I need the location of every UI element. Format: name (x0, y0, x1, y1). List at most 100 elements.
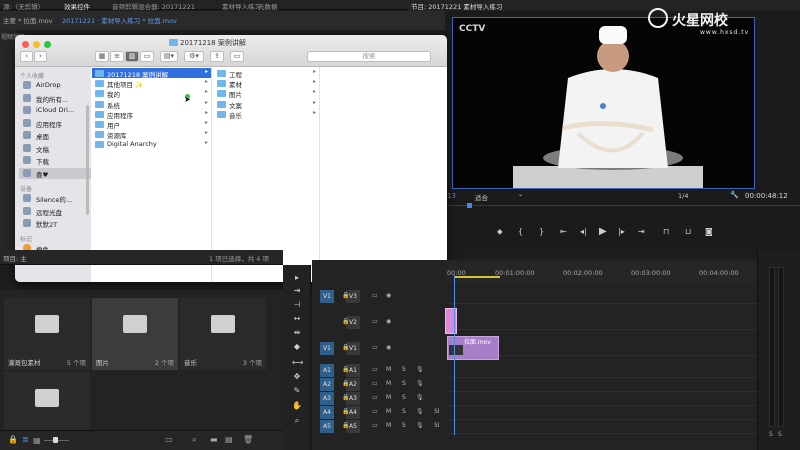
zoom-slider-thumb[interactable] (53, 437, 58, 443)
sync-icon[interactable]: ▭ (372, 394, 378, 401)
timeline-ruler[interactable]: 00:00 00:01:00:00 00:02:00:00 00:03:00:00 00… (445, 262, 757, 282)
source-patch[interactable]: V1 (320, 342, 334, 355)
go-to-out-icon[interactable]: ⇥ (638, 227, 645, 236)
lock-icon[interactable]: 🔒 (342, 394, 349, 401)
column-view-icon[interactable]: ▥ (125, 51, 139, 62)
export-frame-icon[interactable]: ◙ (705, 227, 713, 236)
tag-icon[interactable]: ▭ (230, 51, 244, 62)
sidebar-item[interactable]: iCloud Dri... (19, 105, 91, 116)
mute-button[interactable]: M (386, 394, 391, 401)
wrench-icon[interactable]: 🔧 (730, 191, 739, 199)
new-item-icon[interactable]: ▤ (225, 435, 233, 444)
mic-icon[interactable]: 🎙 (416, 408, 424, 415)
folder-row[interactable]: 我的 ▸ (92, 88, 211, 99)
project-tab[interactable]: 项目: 主 (3, 253, 27, 263)
track-select-tool-icon[interactable]: ⇥ (292, 286, 302, 296)
folder-row[interactable]: 用户 ▸ (92, 119, 211, 130)
mute-button[interactable]: M (386, 366, 391, 373)
sync-icon[interactable]: ▭ (372, 408, 378, 415)
icon-view-icon[interactable]: ▦ (95, 51, 109, 62)
folder-row[interactable]: 图片 ▸ (214, 88, 319, 99)
lock-icon[interactable]: 🔒 (342, 292, 349, 299)
mic-icon[interactable]: 🎙 (416, 366, 424, 373)
program-video-frame[interactable]: CCTV (452, 17, 755, 189)
sequence-tab[interactable]: 素材导入练习 (222, 1, 261, 11)
step-forward-icon[interactable]: |▸ (618, 227, 625, 236)
folder-row[interactable]: 文案 ▸ (214, 99, 319, 110)
sync-icon[interactable]: ▭ (372, 318, 378, 325)
go-to-in-icon[interactable]: ⇤ (560, 227, 567, 236)
source-patch[interactable]: A3 (320, 392, 334, 405)
mic-icon[interactable]: 🎙 (416, 422, 424, 429)
extract-icon[interactable]: ⊔ (685, 227, 691, 236)
list-view-toggle-icon[interactable]: ≣ (22, 435, 29, 444)
list-view-icon[interactable]: ≡ (110, 51, 124, 62)
back-button[interactable]: ‹ (20, 51, 33, 62)
sidebar-item[interactable]: 应用程序 (19, 118, 91, 129)
timeline-playhead[interactable] (454, 275, 455, 435)
bin-tile[interactable]: 灌溉包素材 5 个项 (4, 298, 90, 370)
eye-icon[interactable]: ◉ (386, 318, 391, 325)
folder-row[interactable]: 音乐 ▸ (214, 109, 319, 120)
folder-row[interactable]: 20171218 案例讲解 ▸ (92, 68, 211, 79)
sequence-clip-link[interactable]: 20171221 · 素材导入练习 * 拉面.mov (62, 15, 177, 25)
sidebar-item[interactable]: 喜♥ (19, 167, 91, 179)
sidebar-item[interactable]: AirDrop (19, 80, 91, 91)
icon-view-toggle-icon[interactable]: ▦ (33, 436, 41, 445)
sidebar-item[interactable]: 下载 (19, 155, 91, 166)
audio-mixer-tab[interactable]: 音频剪辑混合器: 20171221 (112, 1, 195, 11)
sidebar-scrollbar[interactable] (86, 105, 89, 215)
folder-row[interactable]: Digital Anarchy ▸ (92, 139, 211, 149)
search-input[interactable]: 搜索 (307, 51, 431, 62)
source-tab[interactable]: 源:（无剪辑） (3, 1, 44, 11)
minimize-icon[interactable] (33, 41, 40, 48)
close-icon[interactable] (22, 41, 29, 48)
lock-icon[interactable]: 🔒 (342, 408, 349, 415)
mic-icon[interactable]: 🎙 (416, 394, 424, 401)
mute-button[interactable]: M (386, 408, 391, 415)
playhead-timecode[interactable]: 13 (447, 192, 456, 200)
folder-row[interactable]: 系统 ▸ (92, 99, 211, 110)
eye-icon[interactable]: ◉ (386, 344, 391, 351)
sync-icon[interactable]: ▭ (372, 344, 378, 351)
lock-icon[interactable]: 🔒 (342, 422, 349, 429)
sidebar-device[interactable]: 远程光盘 (19, 206, 91, 217)
source-patch[interactable]: A1 (320, 364, 334, 377)
chevron-down-icon[interactable]: ⌄ (518, 191, 523, 198)
lock-icon[interactable]: 🔒 (342, 366, 349, 373)
bin-tile[interactable]: 音乐 3 个项 (180, 298, 266, 370)
mic-icon[interactable]: 🎙 (416, 380, 424, 387)
arrange-icon[interactable]: ▤▾ (160, 51, 178, 62)
bin-tile[interactable]: 图片 2 个项 (92, 298, 178, 370)
play-icon[interactable]: ▶ (599, 226, 607, 237)
sidebar-item[interactable]: 我的所有... (19, 93, 91, 104)
sync-icon[interactable]: ▭ (372, 366, 378, 373)
eye-icon[interactable]: ◉ (386, 292, 391, 299)
folder-row[interactable]: 工程 ▸ (214, 68, 319, 79)
zoom-icon[interactable] (44, 41, 51, 48)
mute-button[interactable]: M (386, 380, 391, 387)
meter-solo-left[interactable]: S (769, 431, 773, 438)
solo-button[interactable]: S (402, 408, 406, 415)
sync-icon[interactable]: ▭ (372, 292, 378, 299)
source-patch[interactable]: A2 (320, 378, 334, 391)
rolling-edit-tool-icon[interactable]: ↔ (292, 314, 302, 324)
resolution-select[interactable]: 1/4 (678, 192, 688, 200)
folder-row[interactable]: 应用程序 ▸ (92, 109, 211, 120)
source-patch[interactable]: A5 (320, 420, 334, 433)
marker-icon[interactable]: ⬥ (497, 227, 503, 237)
sidebar-item[interactable]: 桌面 (19, 130, 91, 141)
ripple-edit-tool-icon[interactable]: ⊣ (292, 300, 302, 310)
lift-icon[interactable]: ⊓ (663, 227, 669, 236)
find-icon[interactable]: ⌕ (192, 435, 196, 445)
sidebar-item[interactable]: 文稿 (19, 143, 91, 154)
folder-row[interactable]: 资源库 ▸ (92, 129, 211, 140)
solo-button[interactable]: S (402, 380, 406, 387)
meter-solo-right[interactable]: S (778, 431, 782, 438)
selection-tool-icon[interactable]: ▸ (292, 273, 302, 283)
step-back-icon[interactable]: ◂| (580, 227, 587, 236)
zoom-tool-icon[interactable]: ⌕ (292, 416, 302, 426)
forward-button[interactable]: › (34, 51, 47, 62)
folder-icon[interactable]: ▬ (210, 435, 218, 444)
mark-in-icon[interactable]: { (518, 227, 523, 236)
